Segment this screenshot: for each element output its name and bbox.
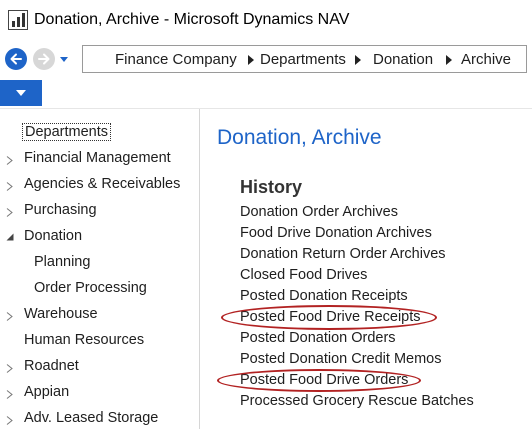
sidebar-item-label: Appian (24, 384, 70, 400)
collapse-arrow-icon[interactable] (6, 233, 14, 241)
breadcrumb-separator-icon[interactable] (354, 55, 362, 65)
breadcrumb-departments[interactable]: Departments (260, 51, 346, 68)
ribbon-toggle-button[interactable] (0, 80, 42, 106)
page-title: Donation, Archive (217, 126, 382, 149)
sidebar-item-label: Adv. Leased Storage (24, 410, 159, 426)
sidebar-item-agencies-receivables[interactable]: Agencies & Receivables (0, 173, 199, 199)
link-posted-donation-credit-memos[interactable]: Posted Donation Credit Memos (240, 351, 442, 367)
breadcrumb-archive[interactable]: Archive (461, 51, 511, 68)
link-donation-return-order-archives[interactable]: Donation Return Order Archives (240, 246, 446, 262)
title-bar: Donation, Archive - Microsoft Dynamics N… (0, 0, 532, 40)
forward-button[interactable] (33, 48, 55, 70)
sidebar-item-label: Departments (22, 123, 112, 141)
breadcrumb-donation[interactable]: Donation (373, 51, 433, 68)
expand-arrow-icon[interactable] (6, 364, 13, 373)
breadcrumb-finance-company[interactable]: Finance Company (115, 51, 237, 68)
sidebar-item-warehouse[interactable]: Warehouse (0, 303, 199, 329)
window-title: Donation, Archive - Microsoft Dynamics N… (34, 11, 350, 28)
expand-arrow-icon[interactable] (6, 208, 13, 217)
section-heading-history: History (240, 177, 303, 197)
sidebar-item-departments[interactable]: Departments (0, 121, 199, 147)
address-bar[interactable]: Finance Company Departments Donation Arc… (82, 45, 527, 73)
sidebar-item-purchasing[interactable]: Purchasing (0, 199, 199, 225)
arrow-right-icon (38, 53, 50, 65)
link-posted-food-drive-receipts[interactable]: Posted Food Drive Receipts (240, 309, 421, 325)
link-closed-food-drives[interactable]: Closed Food Drives (240, 267, 367, 283)
expand-arrow-icon[interactable] (6, 182, 13, 191)
back-button[interactable] (5, 48, 27, 70)
expand-arrow-icon[interactable] (6, 156, 13, 165)
navigation-bar: Finance Company Departments Donation Arc… (0, 40, 532, 78)
expand-arrow-icon[interactable] (6, 312, 13, 321)
history-dropdown-icon[interactable] (59, 56, 69, 64)
sidebar-item-appian[interactable]: Appian (0, 381, 199, 407)
sidebar-item-label: Agencies & Receivables (24, 176, 181, 192)
sidebar-item-roadnet[interactable]: Roadnet (0, 355, 199, 381)
sidebar-item-adv-leased-storage[interactable]: Adv. Leased Storage (0, 407, 199, 429)
sidebar-item-label: Human Resources (24, 332, 145, 348)
expand-arrow-icon[interactable] (6, 390, 13, 399)
link-posted-donation-receipts[interactable]: Posted Donation Receipts (240, 288, 408, 304)
link-food-drive-donation-archives[interactable]: Food Drive Donation Archives (240, 225, 432, 241)
navigation-pane: Departments Financial Management Agencie… (0, 109, 200, 429)
sidebar-item-label: Warehouse (24, 306, 98, 322)
breadcrumb-separator-icon[interactable] (247, 55, 255, 65)
sidebar-item-human-resources[interactable]: Human Resources (0, 329, 199, 355)
sidebar-item-label: Purchasing (24, 202, 97, 218)
sidebar-item-label: Roadnet (24, 358, 79, 374)
link-processed-grocery-rescue-batches[interactable]: Processed Grocery Rescue Batches (240, 393, 474, 409)
sidebar-item-planning[interactable]: Planning (0, 251, 199, 277)
sidebar-item-financial-management[interactable]: Financial Management (0, 147, 199, 173)
link-donation-order-archives[interactable]: Donation Order Archives (240, 204, 398, 220)
link-posted-donation-orders[interactable]: Posted Donation Orders (240, 330, 396, 346)
dynamics-nav-app-icon (8, 10, 28, 30)
sidebar-item-label: Financial Management (24, 150, 171, 166)
breadcrumb-separator-icon[interactable] (445, 55, 453, 65)
chevron-down-icon (16, 90, 26, 96)
sidebar-item-order-processing[interactable]: Order Processing (0, 277, 199, 303)
arrow-left-icon (10, 53, 22, 65)
sidebar-item-label: Order Processing (34, 280, 147, 296)
expand-arrow-icon[interactable] (6, 416, 13, 425)
sidebar-item-label: Planning (34, 254, 91, 270)
link-posted-food-drive-orders[interactable]: Posted Food Drive Orders (240, 372, 408, 388)
sidebar-item-label: Donation (24, 228, 83, 244)
sidebar-item-donation[interactable]: Donation (0, 225, 199, 251)
